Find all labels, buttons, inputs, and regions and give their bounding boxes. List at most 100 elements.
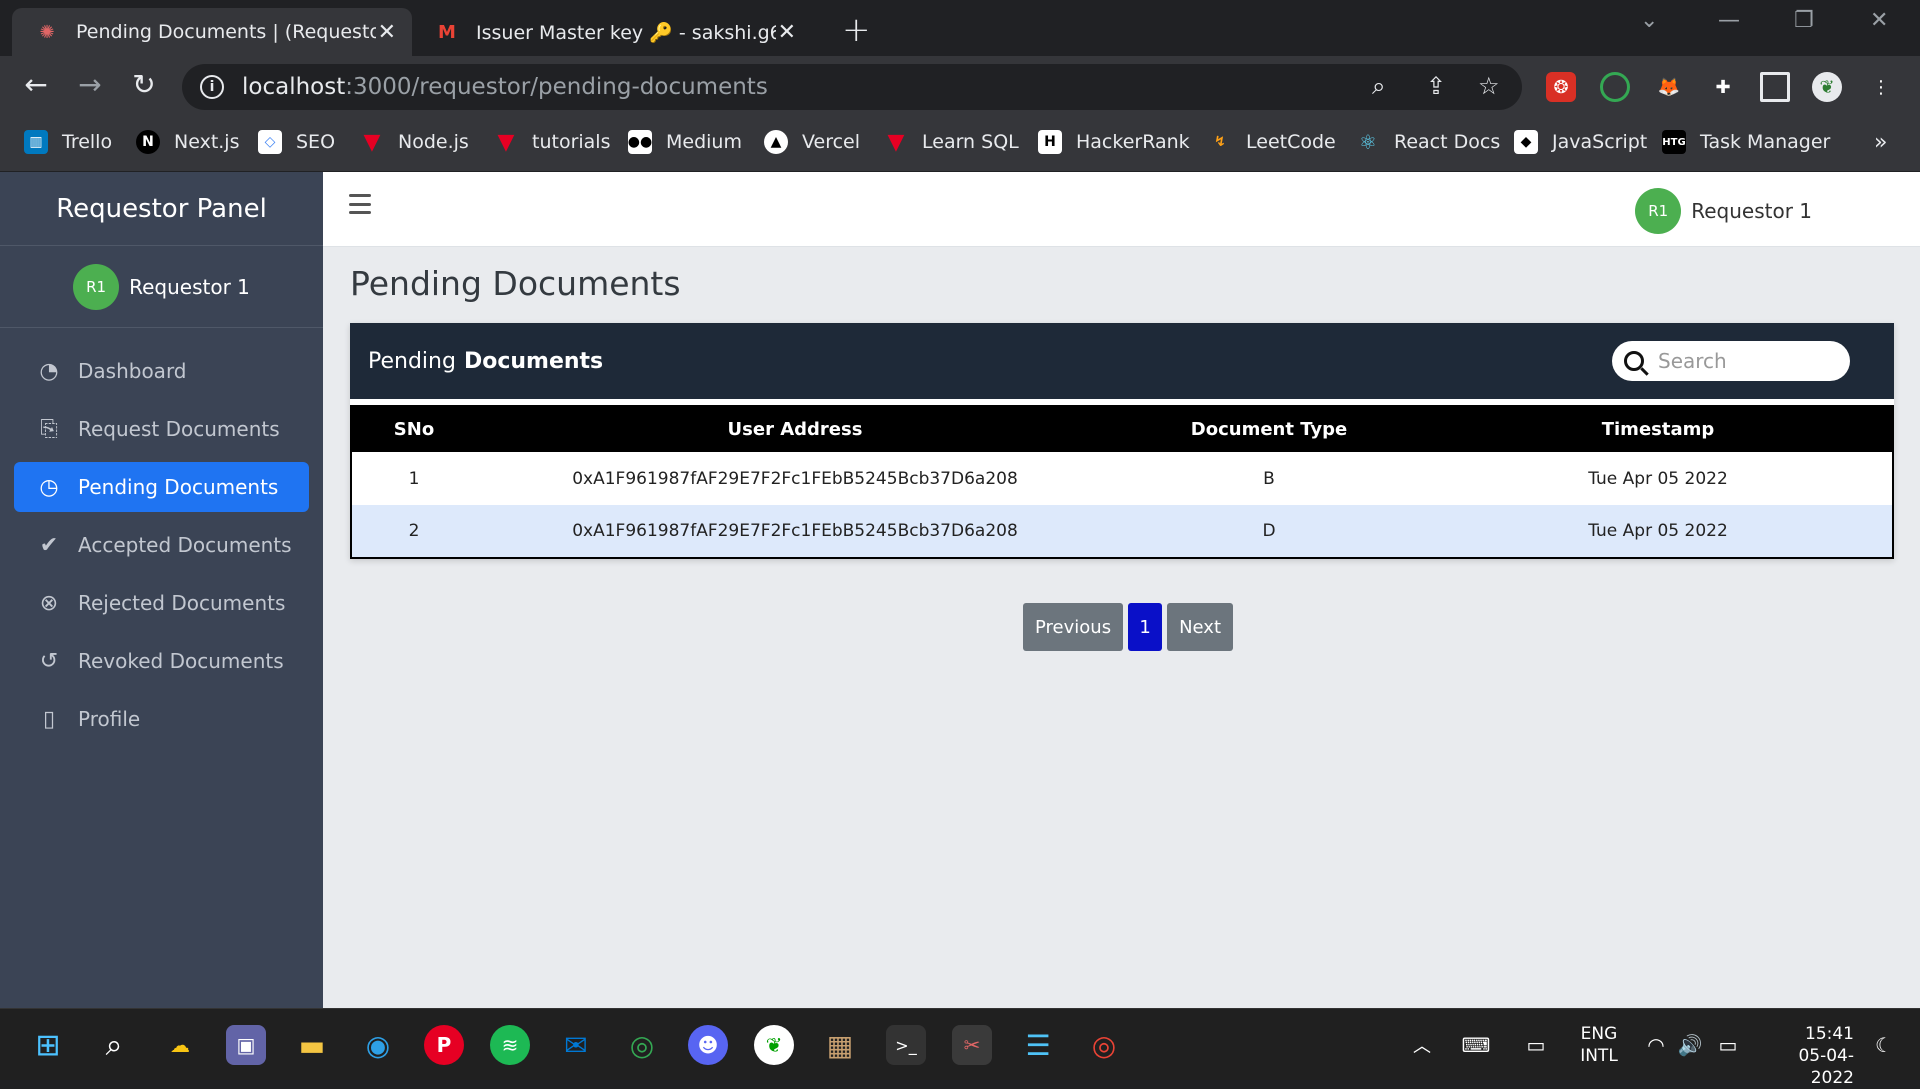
site-info-icon[interactable]: i bbox=[200, 75, 224, 99]
forward-arrow-icon[interactable]: → bbox=[72, 68, 108, 101]
extension-icon[interactable]: ❂ bbox=[1546, 72, 1576, 102]
page-title: Pending Documents bbox=[350, 264, 681, 303]
bookmark-hackerrank[interactable]: H HackerRank bbox=[1038, 130, 1190, 154]
weather-icon[interactable]: ☁ bbox=[160, 1025, 200, 1065]
clock[interactable]: 15:41 05-04-2022 bbox=[1758, 1023, 1854, 1089]
address-bar[interactable]: i localhost:3000/requestor/pending-docum… bbox=[182, 64, 1522, 110]
previous-page-button[interactable]: Previous bbox=[1023, 603, 1124, 651]
bookmark-star-icon[interactable]: ☆ bbox=[1478, 72, 1500, 100]
tablet-mode-icon[interactable]: ▭ bbox=[1516, 1025, 1556, 1065]
bookmark-label: Trello bbox=[62, 131, 113, 153]
side-panel-icon[interactable] bbox=[1760, 72, 1790, 102]
bookmark-seo[interactable]: ◇ SEO bbox=[258, 130, 335, 154]
chrome-canary-icon[interactable]: ◎ bbox=[1084, 1025, 1124, 1065]
table-row[interactable]: 2 0xA1F961987fAF29E7F2Fc1FEbB5245Bcb37D6… bbox=[351, 505, 1893, 558]
file-explorer-icon[interactable]: ▬ bbox=[292, 1025, 332, 1065]
battery-icon[interactable]: ▭ bbox=[1708, 1025, 1748, 1065]
snipping-tool-icon[interactable]: ✂ bbox=[952, 1025, 992, 1065]
bookmark-nodejs[interactable]: ▼ Node.js bbox=[360, 130, 469, 155]
show-hidden-icons-icon[interactable]: ︿ bbox=[1402, 1025, 1442, 1065]
mail-icon[interactable]: ✉ bbox=[556, 1025, 596, 1065]
package-icon[interactable]: ▦ bbox=[820, 1025, 860, 1065]
hamburger-menu-icon[interactable] bbox=[349, 194, 371, 214]
extensions-puzzle-icon[interactable]: ✚ bbox=[1708, 72, 1738, 102]
bookmark-nextjs[interactable]: N Next.js bbox=[136, 130, 239, 154]
trello-icon: ▥ bbox=[24, 130, 48, 154]
url-text[interactable]: localhost:3000/requestor/pending-documen… bbox=[242, 74, 768, 100]
keyboard-icon[interactable]: ⌨ bbox=[1456, 1025, 1496, 1065]
bookmark-learn-sql[interactable]: ▼ Learn SQL bbox=[884, 130, 1019, 155]
notifications-moon-icon[interactable]: ☾ bbox=[1864, 1025, 1904, 1065]
bookmark-trello[interactable]: ▥ Trello bbox=[24, 130, 112, 154]
notepad-icon[interactable]: ☰ bbox=[1018, 1025, 1058, 1065]
terminal-icon[interactable]: >_ bbox=[886, 1025, 926, 1065]
topbar-user[interactable]: R1 Requestor 1 bbox=[1635, 188, 1812, 234]
volume-icon[interactable]: 🔊 bbox=[1670, 1025, 1710, 1065]
sidebar-item-pending-documents[interactable]: ◷ Pending Documents bbox=[14, 462, 309, 512]
profile-avatar-icon[interactable]: ❦ bbox=[1812, 72, 1842, 102]
browser-tab-active[interactable]: ✺ Pending Documents | (Requestor) - I ✕ bbox=[12, 8, 412, 56]
col-sno[interactable]: SNo bbox=[351, 406, 476, 452]
close-tab-icon[interactable]: ✕ bbox=[778, 20, 796, 45]
col-user-address[interactable]: User Address bbox=[476, 406, 1114, 452]
sidebar-item-profile[interactable]: ▯ Profile bbox=[14, 694, 309, 744]
teams-chat-icon[interactable]: ▣ bbox=[226, 1025, 266, 1065]
close-window-icon[interactable]: ✕ bbox=[1870, 8, 1888, 33]
close-tab-icon[interactable]: ✕ bbox=[378, 20, 396, 45]
bookmark-medium[interactable]: ●● Medium bbox=[628, 130, 742, 154]
reload-icon[interactable]: ↻ bbox=[126, 68, 162, 101]
search-input[interactable] bbox=[1658, 349, 1838, 373]
new-tab-icon[interactable]: + bbox=[842, 10, 871, 50]
spotify-icon[interactable]: ≋ bbox=[490, 1025, 530, 1065]
react-favicon-icon: ✺ bbox=[39, 21, 55, 43]
x-circle-icon: ⊗ bbox=[39, 590, 59, 616]
language-indicator[interactable]: ENG INTL bbox=[1576, 1023, 1622, 1067]
bookmark-tutorials[interactable]: ▼ tutorials bbox=[494, 130, 611, 155]
sidebar-user[interactable]: R1 Requestor 1 bbox=[0, 246, 323, 328]
pagination: Previous 1 Next bbox=[1023, 603, 1234, 651]
sidebar-item-request-documents[interactable]: ⎘ Request Documents bbox=[14, 404, 309, 454]
sidebar-brand[interactable]: Requestor Panel bbox=[0, 172, 323, 246]
col-timestamp[interactable]: Timestamp bbox=[1424, 406, 1893, 452]
zoom-icon[interactable]: ⌕ bbox=[1372, 72, 1385, 100]
page-1-button[interactable]: 1 bbox=[1128, 603, 1163, 651]
extension-ring-icon[interactable] bbox=[1600, 72, 1630, 102]
windows-start-icon[interactable]: ⊞ bbox=[28, 1025, 68, 1065]
search-box[interactable] bbox=[1612, 341, 1850, 381]
dashboard-icon: ◔ bbox=[39, 358, 59, 384]
gmail-favicon-icon: M bbox=[438, 21, 456, 43]
sidebar-item-revoked-documents[interactable]: ↺ Revoked Documents bbox=[14, 636, 309, 686]
tab-search-chevron-icon[interactable]: ⌄ bbox=[1640, 8, 1658, 33]
bookmark-vercel[interactable]: ▲ Vercel bbox=[764, 130, 860, 154]
sidebar-item-rejected-documents[interactable]: ⊗ Rejected Documents bbox=[14, 578, 309, 628]
sidebar-item-label: Request Documents bbox=[78, 417, 280, 441]
restore-icon[interactable]: ❐ bbox=[1794, 8, 1814, 33]
mongodb-icon[interactable]: ❦ bbox=[754, 1025, 794, 1065]
bookmark-react-docs[interactable]: ⚛ React Docs bbox=[1356, 130, 1500, 154]
chrome-menu-icon[interactable]: ⋮ bbox=[1866, 72, 1896, 102]
metamask-icon[interactable]: 🦊 bbox=[1654, 72, 1684, 102]
table-row[interactable]: 1 0xA1F961987fAF29E7F2Fc1FEbB5245Bcb37D6… bbox=[351, 452, 1893, 505]
bookmark-leetcode[interactable]: ↯ LeetCode bbox=[1208, 130, 1336, 154]
pinterest-icon[interactable]: P bbox=[424, 1025, 464, 1065]
edge-icon[interactable]: ◉ bbox=[358, 1025, 398, 1065]
chrome-icon[interactable]: ◎ bbox=[622, 1025, 662, 1065]
back-arrow-icon[interactable]: ← bbox=[18, 68, 54, 101]
next-page-button[interactable]: Next bbox=[1167, 603, 1234, 651]
col-document-type[interactable]: Document Type bbox=[1114, 406, 1424, 452]
more-bookmarks-icon[interactable]: » bbox=[1874, 130, 1887, 155]
discord-icon[interactable]: ☻ bbox=[688, 1025, 728, 1065]
bookmark-label: Task Manager bbox=[1700, 131, 1831, 153]
share-icon[interactable]: ⇪ bbox=[1426, 72, 1446, 100]
nextjs-icon: N bbox=[136, 130, 160, 154]
minimize-icon[interactable]: — bbox=[1718, 8, 1740, 33]
bookmark-label: Vercel bbox=[802, 131, 861, 153]
bookmark-task-manager[interactable]: HTG Task Manager bbox=[1662, 130, 1830, 154]
card-header: Pending Documents bbox=[350, 323, 1894, 399]
seo-icon: ◇ bbox=[258, 130, 282, 154]
sidebar-item-accepted-documents[interactable]: ✔ Accepted Documents bbox=[14, 520, 309, 570]
search-icon[interactable]: ⌕ bbox=[94, 1025, 134, 1065]
browser-tab[interactable]: M Issuer Master key 🔑 - sakshi.g6420 ✕ bbox=[412, 8, 812, 56]
bookmark-javascript[interactable]: ◆ JavaScript bbox=[1514, 130, 1647, 154]
sidebar-item-dashboard[interactable]: ◔ Dashboard bbox=[14, 346, 309, 396]
